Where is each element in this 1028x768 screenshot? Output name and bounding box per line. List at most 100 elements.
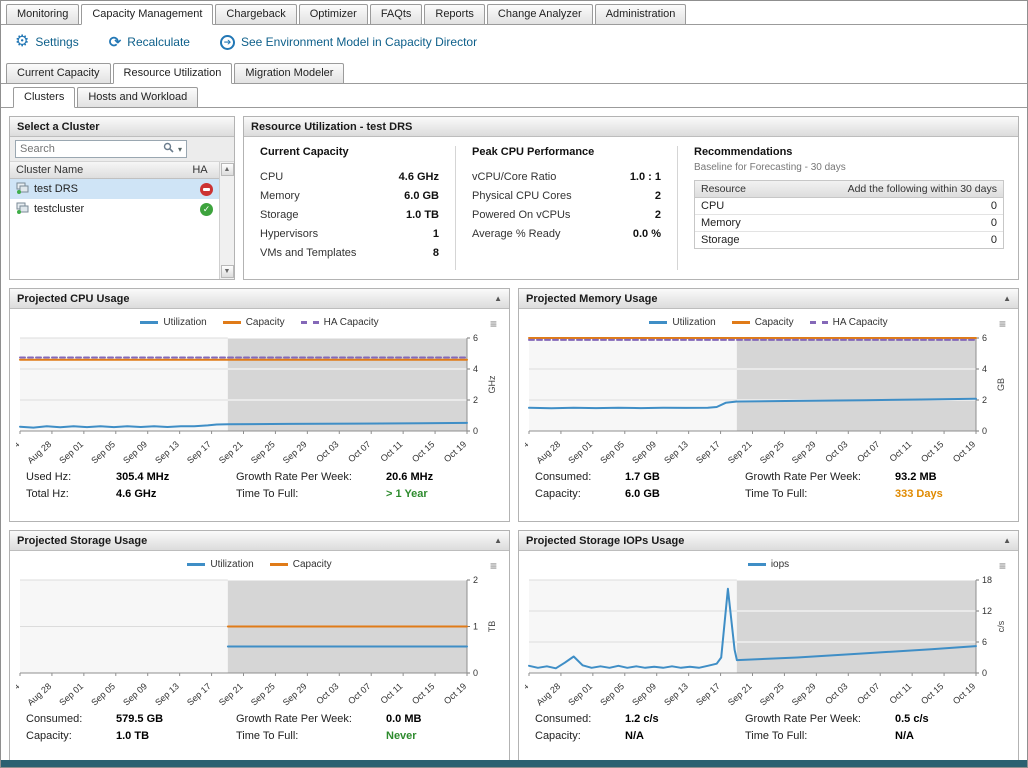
chart-options-icon[interactable]: ≡ (490, 560, 497, 572)
stat-label-capacity: Capacity: (535, 488, 625, 500)
svg-text:6: 6 (982, 333, 987, 343)
chart-legend: UtilizationCapacityHA Capacity (649, 317, 887, 328)
stat-label-time-to-full: Time To Full: (745, 730, 895, 742)
cluster-search-input[interactable] (20, 143, 159, 155)
chart-canvas: 012TBAug 24Aug 28Sep 01Sep 05Sep 09Sep 1… (16, 573, 503, 713)
cluster-row-testcluster[interactable]: testcluster✓ (10, 199, 219, 219)
chart-stats: Consumed:579.5 GBGrowth Rate Per Week:0.… (10, 713, 509, 748)
tab-administration[interactable]: Administration (595, 4, 687, 25)
svg-text:Sep 21: Sep 21 (726, 681, 754, 708)
chart-legend: iops (748, 559, 789, 570)
scroll-down-icon[interactable]: ▼ (221, 265, 234, 278)
svg-text:4: 4 (473, 364, 478, 374)
chart-plot: 012TBAug 24Aug 28Sep 01Sep 05Sep 09Sep 1… (16, 573, 503, 713)
metric-label: vCPU/Core Ratio (472, 171, 556, 183)
chart-stats: Consumed:1.7 GBGrowth Rate Per Week:93.2… (519, 471, 1018, 506)
chart-legend: UtilizationCapacityHA Capacity (140, 317, 378, 328)
collapse-panel-icon[interactable]: ▲ (494, 536, 502, 545)
legend-swatch-icon (810, 321, 828, 324)
legend-item-ha-capacity: HA Capacity (810, 317, 888, 328)
metric-row-powered-on-vcpus: Powered On vCPUs2 (472, 205, 661, 224)
legend-item-capacity: Capacity (223, 317, 285, 328)
chart-legend: UtilizationCapacity (187, 559, 331, 570)
svg-text:Sep 09: Sep 09 (121, 439, 149, 466)
cluster-row-test-drs[interactable]: test DRS (10, 179, 219, 199)
chart-plot: 061218c/sAug 24Aug 28Sep 01Sep 05Sep 09S… (525, 573, 1012, 713)
tab-faqts[interactable]: FAQts (370, 4, 423, 25)
column-header-ha[interactable]: HA (187, 164, 213, 176)
tab-capacity-management[interactable]: Capacity Management (81, 4, 213, 25)
tab-change-analyzer[interactable]: Change Analyzer (487, 4, 593, 25)
svg-text:Oct 15: Oct 15 (410, 681, 436, 706)
legend-item-utilization: Utilization (140, 317, 206, 328)
svg-text:Oct 19: Oct 19 (442, 439, 468, 464)
svg-text:TB: TB (487, 621, 497, 633)
minus-bar (203, 188, 210, 191)
scrollbar[interactable]: ▲ ▼ (219, 162, 234, 279)
chart-options-icon[interactable]: ≡ (490, 318, 497, 330)
svg-text:Sep 13: Sep 13 (662, 681, 690, 708)
viewtab-clusters[interactable]: Clusters (13, 87, 75, 108)
collapse-panel-icon[interactable]: ▲ (1003, 294, 1011, 303)
metric-label: Physical CPU Cores (472, 190, 572, 202)
search-options-caret-icon[interactable]: ▾ (178, 145, 182, 154)
stat-value-time-to-full: > 1 Year (386, 488, 499, 500)
tab-chargeback[interactable]: Chargeback (215, 4, 296, 25)
svg-text:2: 2 (473, 395, 478, 405)
capacity-tab-bar: Current CapacityResource UtilizationMigr… (1, 60, 1027, 84)
subtab-resource-utilization[interactable]: Resource Utilization (113, 63, 233, 84)
svg-text:Sep 05: Sep 05 (598, 681, 626, 708)
legend-swatch-icon (748, 563, 766, 566)
svg-text:Sep 09: Sep 09 (630, 439, 658, 466)
recommendation-row-cpu: CPU0 (695, 198, 1003, 215)
tab-optimizer[interactable]: Optimizer (299, 4, 368, 25)
subtab-current-capacity[interactable]: Current Capacity (6, 63, 111, 84)
legend-label: Capacity (246, 317, 285, 328)
gear-icon: ⚙ (15, 34, 29, 50)
stat-value-used-hz: 305.4 MHz (116, 471, 236, 483)
svg-text:Sep 25: Sep 25 (758, 439, 786, 466)
settings-button[interactable]: ⚙ Settings (15, 34, 79, 50)
chart-options-icon[interactable]: ≡ (999, 318, 1006, 330)
collapse-panel-icon[interactable]: ▲ (494, 294, 502, 303)
metric-label: Powered On vCPUs (472, 209, 570, 221)
metric-label: Average % Ready (472, 228, 560, 240)
svg-text:Oct 19: Oct 19 (951, 439, 977, 464)
cluster-search-row: ▾ (10, 137, 234, 162)
resource-label: Memory (701, 217, 741, 229)
environment-model-link[interactable]: ➔ See Environment Model in Capacity Dire… (220, 35, 477, 50)
search-icon[interactable] (163, 142, 174, 156)
arrow-right-icon: ➔ (220, 35, 235, 50)
stat-value-consumed: 579.5 GB (116, 713, 236, 725)
metric-label: CPU (260, 171, 283, 183)
scroll-up-icon[interactable]: ▲ (221, 163, 234, 176)
projected-storage-usage-panel: Projected Storage Usage ▲ UtilizationCap… (9, 530, 510, 764)
cluster-icon (16, 202, 29, 217)
metric-row-hypervisors: Hypervisors1 (260, 224, 439, 243)
legend-swatch-icon (140, 321, 158, 324)
panel-header: Projected Storage Usage ▲ (10, 531, 509, 551)
tab-reports[interactable]: Reports (424, 4, 485, 25)
recalculate-button[interactable]: ⟳ Recalculate (109, 35, 190, 50)
ha-disabled-icon (200, 183, 213, 196)
status-bar (1, 760, 1027, 767)
metric-label: Storage (260, 209, 299, 221)
subtab-migration-modeler[interactable]: Migration Modeler (234, 63, 344, 84)
svg-text:Sep 13: Sep 13 (153, 439, 181, 466)
cluster-table: Cluster Name HA test DRStestcluster✓ (10, 162, 219, 279)
stat-value-total-hz: 4.6 GHz (116, 488, 236, 500)
legend-row: UtilizationCapacityHA Capacity ≡ (519, 309, 1018, 329)
column-header-resource: Resource (701, 183, 746, 195)
panel-header: Projected Storage IOPs Usage ▲ (519, 531, 1018, 551)
current-capacity-section: Current CapacityCPU4.6 GHzMemory6.0 GBSt… (256, 146, 456, 270)
tab-monitoring[interactable]: Monitoring (6, 4, 79, 25)
collapse-panel-icon[interactable]: ▲ (1003, 536, 1011, 545)
svg-text:Aug 28: Aug 28 (25, 681, 53, 708)
column-header-cluster-name[interactable]: Cluster Name (16, 164, 187, 176)
viewtab-hosts-and-workload[interactable]: Hosts and Workload (77, 87, 198, 108)
legend-item-utilization: Utilization (187, 559, 253, 570)
svg-text:Oct 07: Oct 07 (346, 439, 372, 464)
chart-options-icon[interactable]: ≡ (999, 560, 1006, 572)
svg-text:Sep 17: Sep 17 (694, 439, 722, 466)
svg-text:Sep 29: Sep 29 (281, 681, 309, 708)
